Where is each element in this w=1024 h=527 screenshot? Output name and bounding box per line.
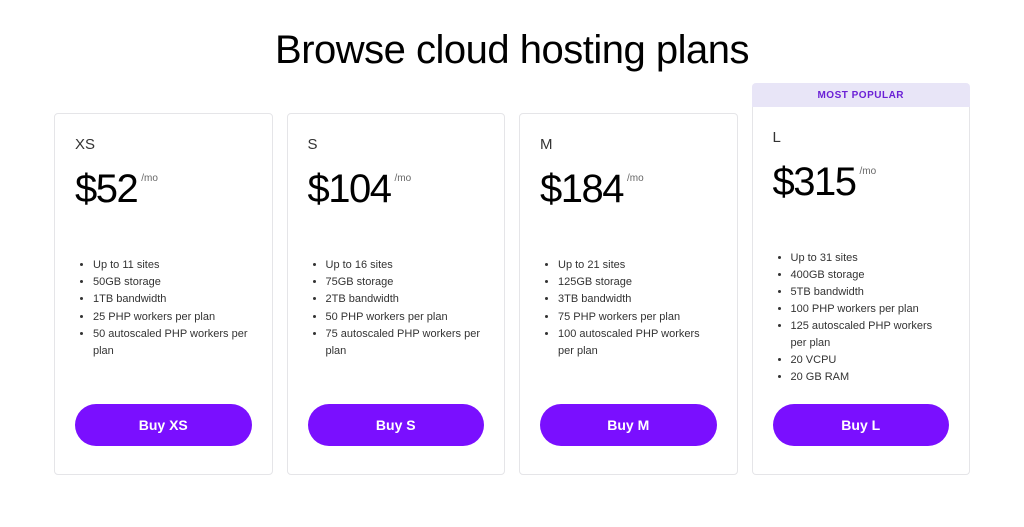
- plan-feature: 2TB bandwidth: [326, 291, 485, 308]
- plan-price: $104: [308, 169, 391, 209]
- plan-card-l: MOST POPULARL$315/moUp to 31 sites400GB …: [752, 107, 971, 475]
- plan-feature: Up to 21 sites: [558, 257, 717, 274]
- plan-name: M: [540, 136, 717, 153]
- plan-card-m: M $184/mo Up to 21 sites125GB storage3TB b…: [519, 113, 738, 475]
- plans-row: XS $52/mo Up to 11 sites50GB storage1TB ba…: [0, 107, 1024, 475]
- buy-button-m[interactable]: Buy M: [540, 404, 717, 446]
- plan-card-s: S $104/mo Up to 16 sites75GB storage2TB ba…: [287, 113, 506, 475]
- plan-features: Up to 31 sites400GB storage5TB bandwidth…: [773, 250, 950, 386]
- price-row: $104/mo: [308, 169, 485, 209]
- plan-feature: 5TB bandwidth: [791, 284, 950, 301]
- plan-feature: 125GB storage: [558, 274, 717, 291]
- buy-button-xs[interactable]: Buy XS: [75, 404, 252, 446]
- most-popular-badge: MOST POPULAR: [752, 83, 971, 107]
- plan-feature: 50GB storage: [93, 274, 252, 291]
- plan-feature: 75GB storage: [326, 274, 485, 291]
- plan-name: S: [308, 136, 485, 153]
- plan-features: Up to 11 sites50GB storage1TB bandwidth2…: [75, 257, 252, 386]
- plan-feature: 50 autoscaled PHP workers per plan: [93, 326, 252, 360]
- plan-name: L: [773, 129, 950, 146]
- plan-name: XS: [75, 136, 252, 153]
- plan-feature: Up to 16 sites: [326, 257, 485, 274]
- plan-price-period: /mo: [859, 166, 876, 177]
- plan-feature: 75 autoscaled PHP workers per plan: [326, 326, 485, 360]
- plan-feature: 400GB storage: [791, 267, 950, 284]
- plan-price-period: /mo: [627, 173, 644, 184]
- plan-feature: 1TB bandwidth: [93, 291, 252, 308]
- plan-feature: 100 autoscaled PHP workers per plan: [558, 326, 717, 360]
- plan-feature: 20 VCPU: [791, 352, 950, 369]
- buy-button-l[interactable]: Buy L: [773, 404, 950, 446]
- plan-feature: 100 PHP workers per plan: [791, 301, 950, 318]
- plan-features: Up to 16 sites75GB storage2TB bandwidth5…: [308, 257, 485, 386]
- plan-price-period: /mo: [141, 173, 158, 184]
- plan-features: Up to 21 sites125GB storage3TB bandwidth…: [540, 257, 717, 386]
- plan-feature: Up to 31 sites: [791, 250, 950, 267]
- plan-feature: Up to 11 sites: [93, 257, 252, 274]
- price-row: $315/mo: [773, 162, 950, 202]
- plan-feature: 75 PHP workers per plan: [558, 309, 717, 326]
- plan-price: $184: [540, 169, 623, 209]
- plan-feature: 50 PHP workers per plan: [326, 309, 485, 326]
- plan-feature: 25 PHP workers per plan: [93, 309, 252, 326]
- price-row: $184/mo: [540, 169, 717, 209]
- plan-feature: 20 GB RAM: [791, 369, 950, 386]
- plan-feature: 3TB bandwidth: [558, 291, 717, 308]
- plan-price: $52: [75, 169, 137, 209]
- plan-card-xs: XS $52/mo Up to 11 sites50GB storage1TB ba…: [54, 113, 273, 475]
- plan-price: $315: [773, 162, 856, 202]
- plan-price-period: /mo: [394, 173, 411, 184]
- price-row: $52/mo: [75, 169, 252, 209]
- buy-button-s[interactable]: Buy S: [308, 404, 485, 446]
- plan-feature: 125 autoscaled PHP workers per plan: [791, 318, 950, 352]
